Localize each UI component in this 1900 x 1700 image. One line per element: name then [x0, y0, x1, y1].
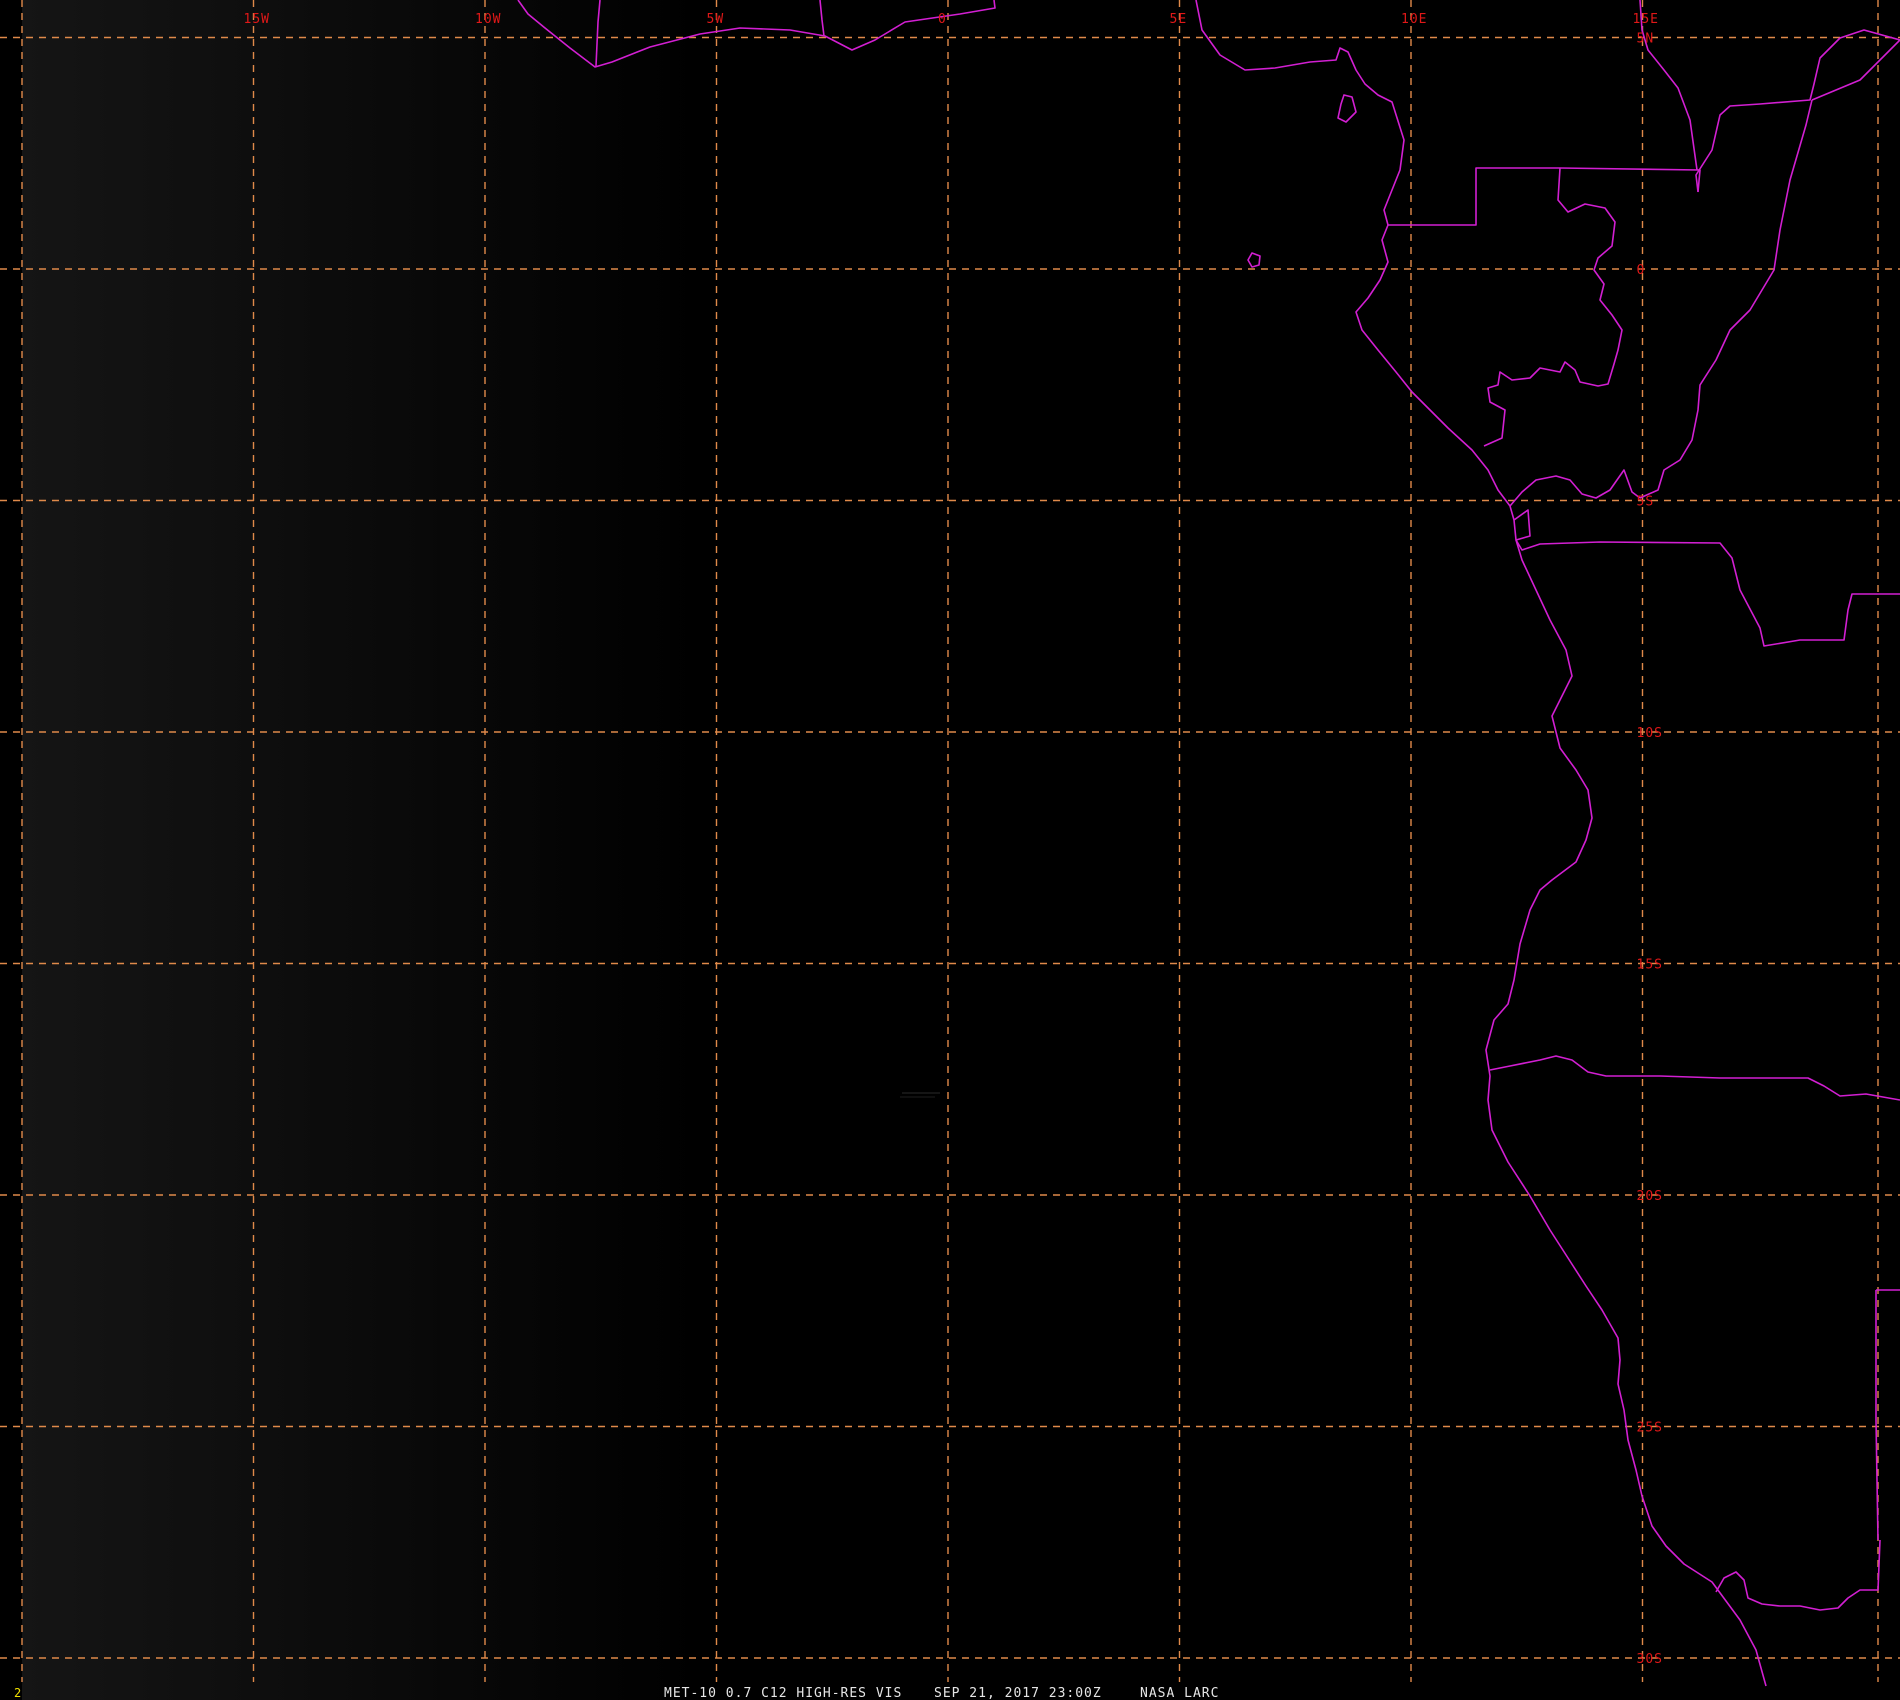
congo-interior-border [1811, 39, 1900, 101]
longitude-label: 5E [1170, 12, 1188, 27]
satellite-map-view[interactable]: 15W 10W 5W 0 5E 10E 15E 5N 0 5S 10S 15S 20S 25S 30S 2 … [0, 0, 1900, 1700]
source-label: NASA LARC [1140, 1686, 1219, 1700]
frame-number: 2 [14, 1686, 21, 1700]
drc-angola-border [1515, 539, 1900, 647]
latitude-label: 0 [1637, 263, 1646, 278]
nigeria-cameroon-coast [1195, 0, 1405, 226]
latitude-label: 20S [1637, 1189, 1663, 1204]
congo-east-border [1639, 99, 1813, 499]
bioko-island [1337, 94, 1357, 123]
gabon-coast [1355, 224, 1511, 507]
congo-car-border [1695, 29, 1900, 193]
namibia-botswana-border [1875, 1289, 1900, 1541]
latitude-label: 5N [1637, 32, 1655, 47]
longitude-label: 10W [475, 12, 501, 27]
longitude-label: 10E [1401, 12, 1427, 27]
cabinda-border [1509, 505, 1531, 541]
longitude-label: 15W [244, 12, 270, 27]
latitude-label: 25S [1637, 1421, 1663, 1436]
datetime-label: SEP 21, 2017 23:00Z [934, 1686, 1102, 1700]
orange-river-border [1715, 1539, 1881, 1611]
latitude-label: 15S [1637, 958, 1663, 973]
latitude-label: 5S [1637, 495, 1655, 510]
gabon-congo-border [1483, 167, 1623, 447]
map-canvas: 15W 10W 5W 0 5E 10E 15E5N05S10S15S20S25S30S 2 … [0, 0, 1900, 1700]
scan-artifact [900, 1092, 940, 1098]
sao-tome-island [1247, 252, 1261, 268]
image-haze [22, 0, 702, 1700]
longitude-label: 5W [707, 12, 725, 27]
southwest-africa-coast [1485, 539, 1767, 1687]
longitude-label: 0 [938, 12, 947, 27]
togo-border [819, 0, 825, 37]
latitude-label: 10S [1637, 726, 1663, 741]
angola-namibia-border [1489, 1055, 1900, 1101]
longitude-label: 15E [1633, 12, 1659, 27]
eq-guinea-border [1388, 167, 1701, 226]
product-label: MET-10 0.7 C12 HIGH-RES VIS [664, 1686, 902, 1700]
coastlines-and-borders [517, 0, 1900, 1687]
latitude-label: 30S [1637, 1652, 1663, 1667]
